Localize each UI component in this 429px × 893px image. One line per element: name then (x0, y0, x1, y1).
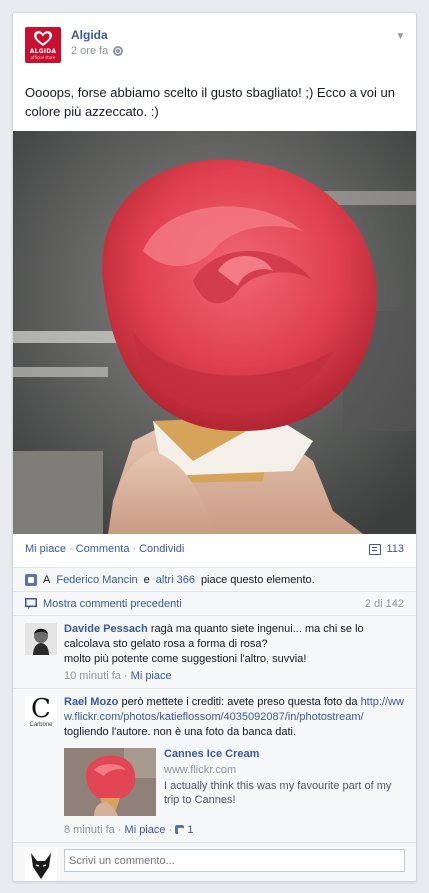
thumbs-up-icon (175, 825, 185, 834)
comment-like-link[interactable]: Mi piace (125, 824, 166, 836)
link-preview[interactable]: Cannes Ice Cream www.flickr.com I actual… (64, 748, 404, 818)
post-text: Oooops, forse abbiamo scelto il gusto sb… (25, 85, 395, 119)
comment-body: Rael Mozo però mettete i crediti: avete … (64, 695, 404, 740)
likers-others[interactable]: altri 366 (156, 574, 195, 586)
link-preview-thumbnail[interactable] (64, 748, 156, 816)
comment-counter: 2 di 142 (364, 597, 404, 610)
comment-time[interactable]: 10 minuti fa (64, 670, 121, 682)
separator: · (132, 543, 137, 555)
likes-summary: A Federico Mancin e altri 366 piace ques… (13, 568, 416, 592)
comment-author[interactable]: Davide Pessach (64, 623, 148, 635)
likes-suffix: piace questo elemento. (200, 573, 315, 586)
post-photo[interactable] (13, 131, 416, 534)
avatar[interactable]: C Carbone (25, 696, 57, 728)
share-link[interactable]: Condividi (139, 543, 184, 555)
likes-conj: e (143, 573, 150, 586)
likes-prefix: A (43, 573, 51, 586)
previous-comments[interactable]: Mostra commenti precedenti 2 di 142 (13, 592, 416, 616)
page-name[interactable]: Algida (71, 28, 108, 42)
liker-name[interactable]: Federico Mancin (56, 574, 137, 586)
avatar-label: Carbone (29, 722, 53, 728)
post-header: ALGIDA official store Algida 2 ore fa ▼ (25, 27, 406, 71)
post-time[interactable]: 2 ore fa (71, 45, 108, 57)
link-preview-description: I actually think this was my favourite p… (164, 780, 392, 806)
post-actions: Mi piace · Commenta · Condividi 113 (25, 543, 404, 559)
comment-icon (25, 598, 37, 609)
comment-icon (369, 543, 382, 555)
heart-logo-icon (34, 31, 52, 46)
globe-icon[interactable] (113, 46, 124, 56)
comment-footer: 8 minuti fa · Mi piace · 1 (64, 824, 194, 836)
comment: C Carbone Rael Mozo però mettete i credi… (13, 689, 416, 843)
link-preview-title[interactable]: Cannes Ice Cream (164, 748, 259, 760)
comment-author[interactable]: Rael Mozo (64, 696, 118, 708)
post-meta: 2 ore fa (71, 45, 124, 57)
chevron-down-icon[interactable]: ▼ (395, 31, 406, 42)
feedback-section: A Federico Mancin e altri 366 piace ques… (13, 567, 416, 881)
comment-text-b: togliendo l'autore. non è una foto da ba… (64, 726, 297, 738)
previous-comments-link[interactable]: Mostra commenti precedenti (43, 598, 182, 610)
comment-text-2: molto più potente come suggestioni l'alt… (64, 653, 307, 665)
comment-like-count[interactable]: 1 (187, 824, 193, 836)
avatar (25, 849, 57, 881)
avatar-letter: C (31, 694, 51, 724)
like-link[interactable]: Mi piace (25, 543, 66, 555)
comment: Davide Pessach ragà ma quanto siete inge… (13, 616, 416, 689)
avatar[interactable] (25, 623, 57, 655)
logo-text: ALGIDA (29, 48, 57, 55)
comment-footer: 10 minuti fa · Mi piace (64, 670, 172, 682)
post-card: ALGIDA official store Algida 2 ore fa ▼ … (12, 12, 417, 882)
comment-time[interactable]: 8 minuti fa (64, 824, 115, 836)
comment-link[interactable]: Commenta (76, 543, 130, 555)
rose-thumbnail-image (64, 748, 156, 816)
comment-input[interactable] (64, 849, 405, 872)
page-avatar[interactable]: ALGIDA official store (25, 27, 61, 63)
thumbs-up-icon (25, 573, 37, 586)
comment-count-value: 113 (386, 543, 404, 555)
separator: · (68, 543, 73, 555)
link-preview-url: www.flickr.com (164, 764, 237, 776)
comment-like-link[interactable]: Mi piace (131, 670, 172, 682)
comment-count[interactable]: 113 (369, 543, 404, 555)
rose-gelato-image (13, 131, 416, 534)
comment-composer (13, 843, 416, 881)
comment-text: però mettete i crediti: avete preso ques… (121, 696, 358, 708)
logo-subtext: official store (30, 55, 56, 60)
comment-body: Davide Pessach ragà ma quanto siete inge… (64, 622, 404, 667)
